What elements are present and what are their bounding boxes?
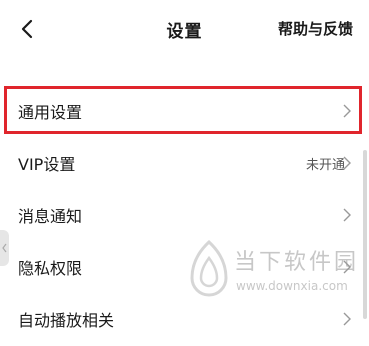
- settings-row-label: 隐私权限: [18, 259, 83, 278]
- settings-row-notifications[interactable]: 消息通知: [0, 188, 369, 242]
- watermark-brand: 当下软件园: [234, 250, 360, 275]
- scrollbar[interactable]: [363, 150, 367, 319]
- settings-row-vip[interactable]: VIP设置 未开通: [0, 136, 369, 190]
- settings-row-label: 消息通知: [18, 207, 83, 226]
- chevron-right-icon: [343, 312, 351, 326]
- settings-row-label: 通用设置: [18, 103, 83, 122]
- chevron-right-icon: [343, 156, 351, 170]
- help-feedback-link[interactable]: 帮助与反馈: [278, 18, 353, 39]
- watermark-logo-icon: [190, 239, 228, 297]
- edge-swipe-handle[interactable]: [0, 230, 9, 266]
- settings-row-general[interactable]: 通用设置: [0, 84, 369, 138]
- settings-row-label: 自动播放相关: [18, 311, 115, 330]
- top-bar: 设置 帮助与反馈: [0, 0, 369, 58]
- section-spacer: [0, 58, 369, 84]
- watermark-url: www.downxia.com: [236, 279, 348, 293]
- chevron-left-icon: [2, 243, 7, 253]
- chevron-right-icon: [343, 104, 351, 118]
- chevron-right-icon: [343, 208, 351, 222]
- vip-status-value: 未开通: [305, 157, 345, 173]
- watermark: 当下软件园 www.downxia.com: [186, 236, 362, 306]
- settings-row-label: VIP设置: [18, 155, 76, 174]
